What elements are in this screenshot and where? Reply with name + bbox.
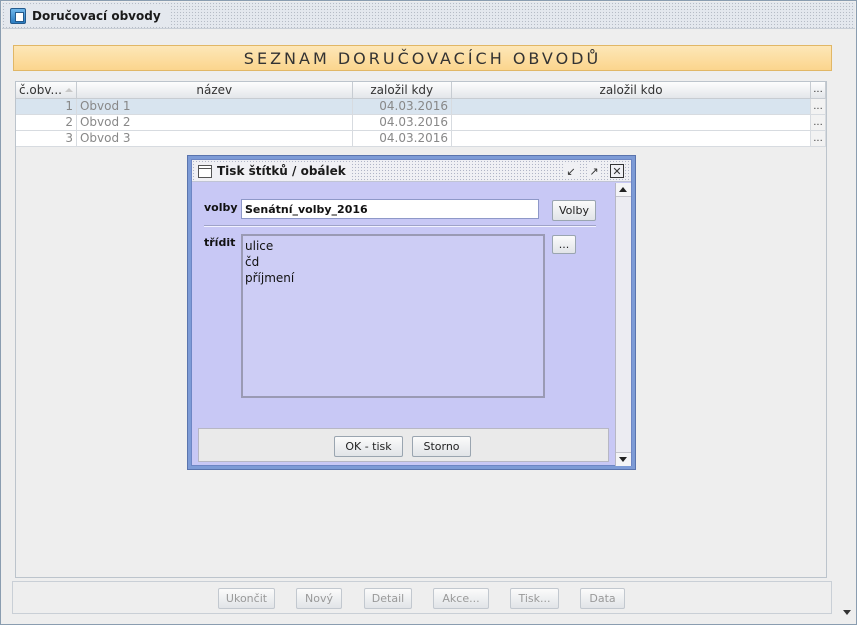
dialog-panel: Tisk štítků / obálek ↙ ↗ ✕ volby Volby t…: [191, 159, 632, 466]
row-more-button[interactable]: ...: [810, 98, 826, 115]
scroll-down-arrow-icon[interactable]: [843, 610, 851, 615]
window-title-area: Doručovací obvody: [6, 6, 169, 26]
detail-button[interactable]: Detail: [364, 588, 412, 609]
column-header-name[interactable]: název: [76, 82, 353, 99]
page-banner: SEZNAM DORUČOVACÍCH OBVODŮ: [13, 45, 832, 71]
dialog-title-area: Tisk štítků / obálek: [196, 162, 352, 180]
cell-number: 1: [16, 98, 77, 115]
ok-print-button[interactable]: OK - tisk: [334, 436, 403, 457]
app-window-icon: [10, 8, 26, 24]
cell-created-date: 04.03.2016: [352, 130, 452, 147]
volby-field[interactable]: [241, 199, 539, 219]
cell-name: Obvod 1: [76, 98, 353, 115]
sort-options-button[interactable]: ...: [552, 235, 576, 254]
exit-button[interactable]: Ukončit: [218, 588, 275, 609]
section-divider: [204, 225, 596, 227]
districts-grid: č.obv... název založil kdy založil kdo .…: [16, 82, 826, 147]
main-window: Doručovací obvody SEZNAM DORUČOVACÍCH OB…: [0, 0, 857, 625]
table-row[interactable]: 1 Obvod 1 04.03.2016 ...: [16, 98, 826, 115]
window-scrollbar[interactable]: [839, 31, 855, 623]
row-more-button[interactable]: ...: [810, 130, 826, 147]
column-header-created-date[interactable]: založil kdy: [352, 82, 452, 99]
dialog-window-icon: [198, 164, 212, 178]
table-header-row: č.obv... název založil kdy založil kdo .…: [16, 82, 826, 99]
print-labels-dialog: Tisk štítků / obálek ↙ ↗ ✕ volby Volby t…: [187, 155, 636, 470]
action-toolbar: Ukončit Nový Detail Akce... Tisk... Data: [12, 581, 832, 614]
tridit-label: třídit: [204, 236, 236, 249]
sort-ascending-icon: [64, 88, 73, 93]
cell-created-date: 04.03.2016: [352, 114, 452, 131]
sort-order-list[interactable]: ulice čd příjmení: [241, 234, 545, 398]
minimize-icon[interactable]: ↙: [564, 164, 578, 178]
cell-created-by: [451, 98, 812, 115]
column-header-created-by[interactable]: založil kdo: [451, 82, 812, 99]
maximize-icon[interactable]: ↗: [587, 164, 601, 178]
cell-name: Obvod 3: [76, 130, 353, 147]
cell-name: Obvod 2: [76, 114, 353, 131]
actions-button[interactable]: Akce...: [433, 588, 489, 609]
cell-created-by: [451, 114, 812, 131]
list-item[interactable]: ulice: [245, 238, 541, 254]
scroll-down-arrow-icon[interactable]: [616, 452, 631, 466]
close-icon[interactable]: ✕: [610, 164, 624, 178]
dialog-body: volby Volby třídit ulice čd příjmení ...…: [192, 183, 615, 466]
new-button[interactable]: Nový: [296, 588, 342, 609]
dialog-titlebar[interactable]: Tisk štítků / obálek ↙ ↗ ✕: [192, 160, 631, 182]
data-button[interactable]: Data: [580, 588, 625, 609]
dialog-title: Tisk štítků / obálek: [217, 164, 346, 178]
table-row[interactable]: 3 Obvod 3 04.03.2016 ...: [16, 130, 826, 147]
scroll-up-arrow-icon[interactable]: [616, 183, 631, 197]
list-item[interactable]: příjmení: [245, 270, 541, 286]
volby-label: volby: [204, 201, 238, 214]
row-more-button[interactable]: ...: [810, 114, 826, 131]
list-item[interactable]: čd: [245, 254, 541, 270]
column-header-number[interactable]: č.obv...: [16, 82, 77, 99]
print-button[interactable]: Tisk...: [510, 588, 559, 609]
window-title: Doručovací obvody: [32, 9, 161, 23]
dialog-scrollbar[interactable]: [615, 183, 631, 466]
cancel-button[interactable]: Storno: [412, 436, 471, 457]
window-titlebar[interactable]: Doručovací obvody: [2, 2, 855, 29]
volby-button[interactable]: Volby: [552, 200, 596, 221]
table-row[interactable]: 2 Obvod 2 04.03.2016 ...: [16, 114, 826, 131]
cell-created-by: [451, 130, 812, 147]
cell-number: 2: [16, 114, 77, 131]
cell-number: 3: [16, 130, 77, 147]
column-header-more[interactable]: ...: [810, 82, 826, 99]
cell-created-date: 04.03.2016: [352, 98, 452, 115]
dialog-button-bar: OK - tisk Storno: [198, 428, 609, 462]
